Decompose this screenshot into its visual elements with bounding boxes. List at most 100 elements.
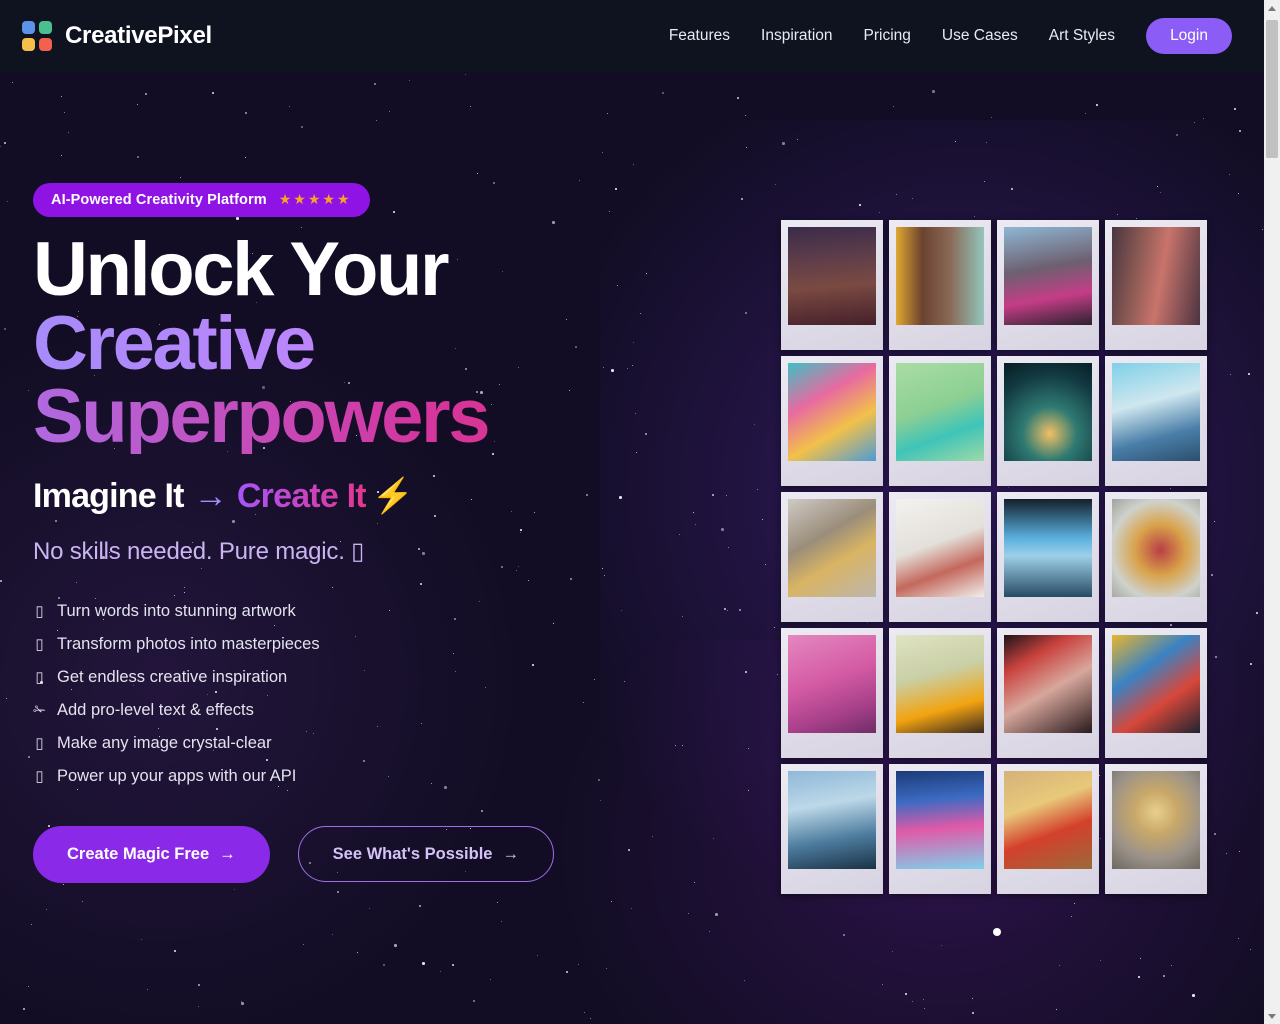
gallery-image-gallery-hall-silhouettes — [1004, 499, 1092, 597]
feature-label: Power up your apps with our API — [57, 766, 297, 785]
gallery-card[interactable] — [1105, 764, 1207, 894]
arrow-right-icon: → — [502, 844, 519, 863]
gallery-image-ballerina-pink-poster — [788, 635, 876, 733]
gallery-card[interactable] — [781, 220, 883, 350]
gallery-card[interactable] — [889, 492, 991, 622]
missing-glyph-icon: ▯ — [35, 636, 44, 654]
gallery-card[interactable] — [1105, 356, 1207, 486]
headline-line-3: Superpowers — [33, 379, 733, 455]
hero-section: AI-Powered Creativity Platform ★★★★★ Unl… — [33, 183, 733, 883]
gallery-image-dragon-chef-kitchen — [1004, 771, 1092, 869]
hero-badge: AI-Powered Creativity Platform ★★★★★ — [33, 183, 370, 217]
carousel-dot[interactable] — [993, 928, 1001, 936]
nav-item-pricing[interactable]: Pricing — [864, 27, 911, 45]
tagline-imagine: Imagine It — [33, 477, 185, 516]
gallery-image-yellow-hoodie-portrait — [896, 635, 984, 733]
gallery-image-red-makeup-triptych — [1112, 227, 1200, 325]
gallery-card[interactable] — [889, 356, 991, 486]
primary-navigation: Features Inspiration Pricing Use Cases A… — [669, 18, 1232, 54]
gallery-image-ice-city-diorama — [788, 771, 876, 869]
brand-name: CreativePixel — [65, 22, 212, 49]
browser-scrollbar[interactable] — [1264, 0, 1280, 1024]
logo-square-blue — [22, 21, 35, 34]
cta-primary-label: Create Magic Free — [67, 844, 210, 863]
missing-glyph-icon: ▯ — [35, 735, 44, 753]
scrollbar-thumb[interactable] — [1266, 20, 1278, 158]
logo-square-yellow — [22, 38, 35, 51]
missing-glyph-icon: ▯ — [35, 669, 44, 687]
gallery-image-gold-abstract-sculpture — [788, 499, 876, 597]
feature-item: ✁ Add pro-level text & effects — [33, 701, 733, 720]
nav-item-inspiration[interactable]: Inspiration — [761, 27, 833, 45]
headline-line-2: Creative — [33, 305, 733, 381]
carousel-indicators — [781, 928, 1213, 936]
gallery-image-bear-hat-character — [1112, 771, 1200, 869]
pencil-icon: ✁ — [33, 702, 46, 720]
feature-item: ▯ Transform photos into masterpieces — [33, 635, 733, 654]
gallery-card[interactable] — [889, 628, 991, 758]
gallery-image-neo-expressionist-face — [1112, 635, 1200, 733]
gallery-card[interactable] — [997, 220, 1099, 350]
gallery-card[interactable] — [997, 492, 1099, 622]
gallery-card[interactable] — [1105, 220, 1207, 350]
gallery-card[interactable] — [997, 356, 1099, 486]
gallery-image-teal-bottle-product — [896, 363, 984, 461]
gallery-image-runway-fashion-show — [896, 771, 984, 869]
gallery-card[interactable] — [1105, 492, 1207, 622]
logo-square-green — [39, 21, 52, 34]
gallery-card[interactable] — [997, 764, 1099, 894]
logo-square-red — [39, 38, 52, 51]
gallery-image-pink-hair-goggles — [1004, 227, 1092, 325]
feature-item: ▯ Power up your apps with our API — [33, 767, 733, 786]
nav-item-features[interactable]: Features — [669, 27, 730, 45]
logo-squares-icon — [22, 21, 52, 51]
nav-item-use-cases[interactable]: Use Cases — [942, 27, 1018, 45]
scroll-down-arrow-icon[interactable] — [1264, 1008, 1280, 1024]
gallery-image-pikachu-living-room — [788, 227, 876, 325]
feature-item: ▯ Make any image crystal-clear — [33, 734, 733, 753]
arrow-right-icon: → — [193, 477, 228, 516]
star-rating-icon: ★★★★★ — [278, 191, 352, 207]
missing-glyph-icon: ▯ — [35, 603, 44, 621]
brand-logo[interactable]: CreativePixel — [22, 21, 212, 51]
gallery-image-red-beads-makeup — [1004, 635, 1092, 733]
hero-tagline: Imagine It → Create It ⚡ — [33, 477, 733, 516]
gallery-card[interactable] — [889, 764, 991, 894]
see-whats-possible-button[interactable]: See What's Possible → — [297, 826, 554, 883]
missing-glyph-icon: ▯ — [35, 768, 44, 786]
gallery-card[interactable] — [781, 492, 883, 622]
arrow-right-icon: → — [219, 844, 236, 863]
feature-label: Turn words into stunning artwork — [57, 601, 296, 620]
gallery-image-glowing-tree-fantasy — [1004, 363, 1092, 461]
feature-label: Transform photos into masterpieces — [57, 634, 320, 653]
page-canvas: CreativePixel Features Inspiration Prici… — [0, 0, 1264, 1024]
gallery-card[interactable] — [997, 628, 1099, 758]
hero-headline: Unlock Your Creative Superpowers — [33, 227, 733, 455]
hero-subtitle: No skills needed. Pure magic. ▯ — [33, 537, 365, 565]
feature-label: Make any image crystal-clear — [57, 733, 272, 752]
gallery-card[interactable] — [781, 356, 883, 486]
gallery-card[interactable] — [1105, 628, 1207, 758]
feature-item: ▯ Get endless creative inspiration — [33, 668, 733, 687]
tagline-create: Create It — [236, 477, 367, 516]
feature-list: ▯ Turn words into stunning artwork ▯ Tra… — [33, 602, 733, 786]
gallery-showcase — [781, 220, 1213, 936]
lightning-bolt-icon: ⚡ — [371, 477, 414, 516]
headline-line-1: Unlock Your — [33, 227, 450, 312]
gallery-image-fashion-lookbook — [896, 499, 984, 597]
scroll-up-arrow-icon[interactable] — [1264, 0, 1280, 16]
gallery-card[interactable] — [889, 220, 991, 350]
site-header: CreativePixel Features Inspiration Prici… — [0, 0, 1264, 72]
nav-item-art-styles[interactable]: Art Styles — [1049, 27, 1115, 45]
feature-label: Get endless creative inspiration — [57, 667, 288, 686]
gallery-card[interactable] — [781, 764, 883, 894]
gallery-image-split-face-portrait — [896, 227, 984, 325]
hero-badge-label: AI-Powered Creativity Platform — [51, 191, 267, 208]
login-button[interactable]: Login — [1146, 18, 1232, 54]
hero-cta-group: Create Magic Free → See What's Possible → — [33, 825, 733, 883]
feature-item: ▯ Turn words into stunning artwork — [33, 602, 733, 621]
gallery-image-gourmet-plated-dish — [1112, 499, 1200, 597]
gallery-image-beach-couple-tshirts — [1112, 363, 1200, 461]
gallery-card[interactable] — [781, 628, 883, 758]
create-magic-free-button[interactable]: Create Magic Free → — [33, 825, 270, 883]
